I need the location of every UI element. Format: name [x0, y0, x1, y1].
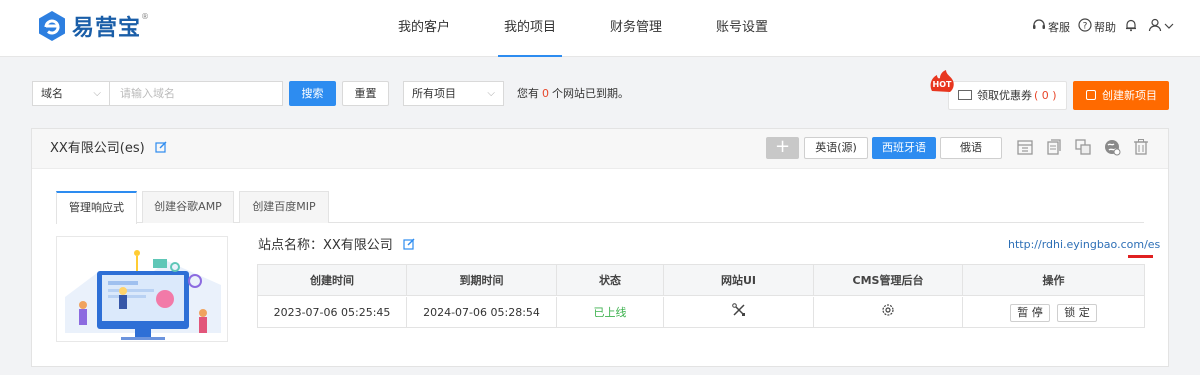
language-russian[interactable]: 俄语	[940, 137, 1002, 159]
chevron-down-icon	[1164, 19, 1174, 35]
service-label: 客服	[1048, 21, 1070, 34]
column-status: 状态	[557, 265, 664, 296]
column-cms: CMS管理后台	[814, 265, 963, 296]
site-ui-cell	[664, 297, 814, 328]
cms-cell	[814, 297, 963, 328]
pause-button[interactable]: 暂 停	[1010, 304, 1050, 322]
brand-logo[interactable]: 易营宝 ®	[36, 10, 149, 42]
service-link[interactable]: 客服	[1032, 18, 1070, 36]
tab-google-amp[interactable]: 创建谷歌AMP	[142, 191, 234, 223]
help-icon: ?	[1078, 18, 1092, 36]
chevron-down-icon: ⌵	[93, 88, 101, 99]
help-label: 帮助	[1094, 21, 1116, 34]
expire-suffix: 个网站已到期。	[552, 87, 629, 100]
header-actions: 客服 ? 帮助	[1024, 18, 1176, 36]
column-expires: 到期时间	[407, 265, 557, 296]
column-created: 创建时间	[258, 265, 407, 296]
domain-type-select[interactable]: 域名 ⌵	[32, 81, 110, 106]
edit-icon[interactable]	[403, 238, 415, 250]
actions-cell: 暂 停 锁 定	[963, 297, 1144, 328]
project-card-header: XX有限公司(es) + 英语(源) 西班牙语 俄语	[32, 129, 1168, 169]
status-badge: 已上线	[557, 297, 664, 328]
ticket-icon	[958, 90, 972, 100]
gear-icon[interactable]	[881, 298, 895, 329]
language-spanish[interactable]: 西班牙语	[872, 137, 936, 159]
nav-my-customers[interactable]: 我的客户	[396, 0, 452, 57]
tab-baidu-mip[interactable]: 创建百度MIP	[239, 191, 329, 223]
chevron-down-icon: ⌵	[487, 88, 495, 99]
trash-icon[interactable]	[1132, 138, 1150, 156]
project-filter-value: 所有项目	[412, 87, 456, 100]
expire-prefix: 您有	[517, 87, 539, 100]
edit-icon[interactable]	[155, 130, 167, 153]
coupon-count: ( 0 )	[1034, 89, 1057, 102]
lock-button[interactable]: 锁 定	[1057, 304, 1097, 322]
logo-mark-icon	[36, 10, 68, 42]
globe-icon[interactable]	[1103, 138, 1121, 156]
search-button[interactable]: 搜索	[289, 81, 336, 106]
url-highlight-mark	[1128, 255, 1153, 258]
user-icon	[1148, 18, 1162, 36]
domain-search-input[interactable]: 请输入域名	[109, 81, 283, 106]
tools-icon[interactable]	[731, 298, 746, 329]
hot-badge-label: HOT	[933, 80, 952, 89]
claim-coupon-button[interactable]: 领取优惠券( 0 )	[948, 81, 1067, 110]
created-time: 2023-07-06 05:25:45	[258, 297, 407, 328]
nav-finance[interactable]: 财务管理	[608, 0, 664, 57]
notification-button[interactable]	[1124, 18, 1140, 36]
help-link[interactable]: ? 帮助	[1078, 18, 1116, 36]
language-english[interactable]: 英语(源)	[804, 137, 868, 159]
create-icon	[1086, 90, 1096, 100]
column-site-ui: 网站UI	[664, 265, 814, 296]
expire-count: 0	[542, 87, 549, 100]
top-header: 易营宝 ® 我的客户 我的项目 财务管理 账号设置 客服 ? 帮助	[0, 0, 1200, 57]
site-url-link[interactable]: http://rdhi.eyingbao.com/es	[1008, 237, 1160, 253]
project-title-text: XX有限公司(es)	[50, 141, 145, 156]
nav-account-settings[interactable]: 账号设置	[714, 0, 770, 57]
nav-my-projects[interactable]: 我的项目	[498, 0, 562, 57]
project-card: XX有限公司(es) + 英语(源) 西班牙语 俄语 管理响应式 创建谷歌AMP…	[31, 128, 1169, 367]
user-menu[interactable]	[1148, 18, 1176, 36]
table-row: 2023-07-06 05:25:45 2024-07-06 05:28:54 …	[258, 297, 1144, 328]
site-name-text: 站点名称：XX有限公司	[258, 238, 393, 253]
site-info-table: 创建时间 到期时间 状态 网站UI CMS管理后台 操作 2023-07-06 …	[257, 264, 1145, 328]
brand-name: 易营宝	[72, 16, 142, 41]
site-thumbnail	[56, 236, 228, 342]
hot-badge: HOT	[928, 69, 957, 94]
svg-text:?: ?	[1083, 22, 1088, 32]
expire-time: 2024-07-06 05:28:54	[407, 297, 557, 328]
column-actions: 操作	[1042, 274, 1065, 287]
bell-icon	[1124, 18, 1138, 36]
clone-icon[interactable]	[1074, 138, 1092, 156]
create-project-button[interactable]: 创建新项目	[1073, 81, 1169, 110]
add-language-button[interactable]: +	[766, 137, 799, 159]
project-filter-select[interactable]: 所有项目 ⌵	[403, 81, 504, 106]
site-tabs: 管理响应式 创建谷歌AMP 创建百度MIP	[56, 191, 1144, 224]
expire-notice: 您有 0 个网站已到期。	[517, 81, 629, 106]
brand-reg: ®	[141, 11, 150, 21]
copy-icon[interactable]	[1045, 138, 1063, 156]
headset-icon	[1032, 18, 1046, 36]
filter-toolbar: 域名 ⌵ 请输入域名 搜索 重置 所有项目 ⌵ 您有 0 个网站已到期。 领取优惠券…	[0, 57, 1200, 127]
project-title: XX有限公司(es)	[50, 129, 167, 169]
coupon-label: 领取优惠券	[977, 89, 1032, 102]
table-header: 创建时间 到期时间 状态 网站UI CMS管理后台 操作	[258, 265, 1144, 296]
domain-type-value: 域名	[41, 87, 63, 100]
reset-button[interactable]: 重置	[342, 81, 389, 106]
calendar-icon[interactable]	[1016, 138, 1034, 156]
site-name-row: 站点名称：XX有限公司	[258, 237, 415, 255]
tab-responsive[interactable]: 管理响应式	[56, 191, 137, 224]
create-label: 创建新项目	[1102, 89, 1157, 102]
